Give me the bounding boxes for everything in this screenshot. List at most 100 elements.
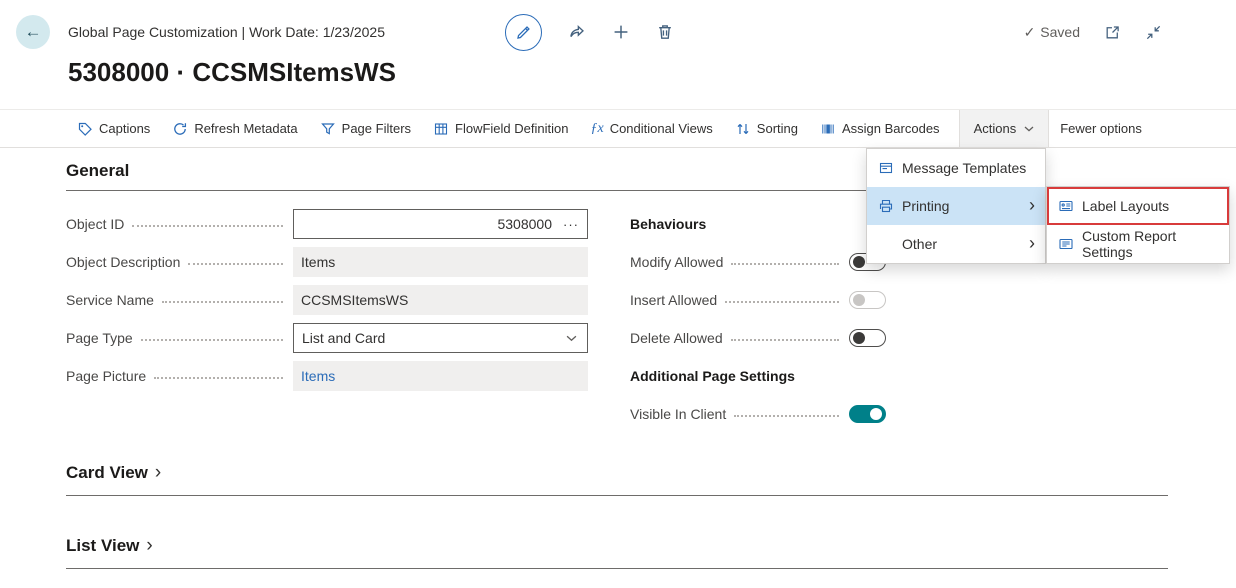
behaviours-heading: Behaviours (630, 209, 886, 239)
object-id-field[interactable]: ··· (293, 209, 588, 239)
edit-button[interactable] (505, 14, 542, 51)
header-right-controls: ✓ Saved (1024, 0, 1162, 64)
list-view-section-header[interactable]: List View › (66, 536, 1168, 569)
chevron-right-icon: › (155, 463, 161, 482)
submenu-chevron-icon: › (1029, 234, 1035, 252)
delete-record-button[interactable] (656, 23, 674, 41)
plus-icon (612, 23, 630, 41)
dotted-leader (731, 259, 839, 265)
insert-allowed-toggle[interactable] (849, 291, 886, 309)
object-id-label: Object ID (66, 216, 124, 232)
share-button[interactable] (568, 23, 586, 41)
assist-edit-button[interactable]: ··· (563, 217, 579, 232)
app-header: ← Global Page Customization | Work Date:… (0, 0, 1236, 64)
grid-icon (433, 121, 449, 137)
object-description-value: Items (301, 254, 335, 270)
report-card-icon (1057, 236, 1074, 252)
header-title: Global Page Customization | Work Date: 1… (68, 24, 385, 40)
list-view-title: List View (66, 536, 139, 556)
card-view-title: Card View (66, 463, 148, 483)
printing-submenu: Label Layouts Custom Report Settings (1046, 186, 1230, 264)
page-title: 5308000 · CCSMSItemsWS (68, 57, 396, 88)
assign-barcodes-label: Assign Barcodes (842, 121, 940, 136)
fewer-options-button[interactable]: Fewer options (1049, 110, 1153, 147)
fewer-options-label: Fewer options (1060, 121, 1142, 136)
function-icon: ƒx (590, 121, 603, 137)
card-view-section-header[interactable]: Card View › (66, 463, 1168, 496)
service-name-label: Service Name (66, 292, 154, 308)
page-picture-field: Items (293, 361, 588, 391)
message-template-icon (877, 160, 894, 176)
check-icon: ✓ (1024, 24, 1036, 41)
service-name-field-row: Service Name CCSMSItemsWS (66, 285, 588, 315)
menu-item-printing[interactable]: Printing › (867, 187, 1045, 225)
dotted-leader (188, 259, 283, 265)
dotted-leader (731, 335, 839, 341)
actions-label: Actions (974, 121, 1017, 136)
conditional-views-label: Conditional Views (610, 121, 713, 136)
submenu-chevron-icon: › (1029, 196, 1035, 214)
collapse-arrows-icon (1145, 24, 1162, 41)
filter-icon (320, 121, 336, 137)
flowfield-definition-label: FlowField Definition (455, 121, 568, 136)
additional-page-settings-heading: Additional Page Settings (630, 361, 886, 391)
actions-menu-button[interactable]: Actions (959, 110, 1050, 147)
insert-allowed-row: Insert Allowed (630, 285, 886, 315)
visible-in-client-toggle[interactable] (849, 405, 886, 423)
assign-barcodes-button[interactable]: Assign Barcodes (809, 110, 951, 147)
chevron-down-icon (566, 335, 577, 342)
visible-in-client-label: Visible In Client (630, 406, 726, 422)
object-id-field-row: Object ID ··· (66, 209, 588, 239)
share-icon (568, 23, 586, 41)
general-left-column: Object ID ··· Object Description Items S… (66, 209, 588, 437)
refresh-metadata-button[interactable]: Refresh Metadata (161, 110, 308, 147)
custom-report-settings-label: Custom Report Settings (1082, 228, 1219, 260)
conditional-views-button[interactable]: ƒx Conditional Views (579, 110, 723, 147)
insert-allowed-label: Insert Allowed (630, 292, 717, 308)
open-in-window-icon (1104, 24, 1121, 41)
page-type-dropdown[interactable]: List and Card (293, 323, 588, 353)
message-templates-label: Message Templates (902, 160, 1026, 176)
object-description-field-row: Object Description Items (66, 247, 588, 277)
printing-label: Printing (902, 198, 949, 214)
captions-icon (77, 121, 93, 137)
flowfield-definition-button[interactable]: FlowField Definition (422, 110, 579, 147)
actions-dropdown-menu: Message Templates Printing › Other › (866, 148, 1046, 264)
dotted-leader (162, 297, 283, 303)
captions-label: Captions (99, 121, 150, 136)
menu-item-other[interactable]: Other › (867, 225, 1045, 263)
page-filters-button[interactable]: Page Filters (309, 110, 422, 147)
barcode-icon (820, 121, 836, 137)
label-card-icon (1057, 198, 1074, 214)
header-action-icons (505, 0, 674, 64)
collapse-button[interactable] (1145, 24, 1162, 41)
chevron-down-icon (1024, 126, 1034, 132)
other-label: Other (902, 236, 937, 252)
open-in-window-button[interactable] (1104, 24, 1121, 41)
delete-allowed-toggle[interactable] (849, 329, 886, 347)
page-filters-label: Page Filters (342, 121, 411, 136)
save-status-label: Saved (1040, 24, 1080, 40)
delete-allowed-label: Delete Allowed (630, 330, 723, 346)
service-name-value: CCSMSItemsWS (301, 292, 408, 308)
refresh-icon (172, 121, 188, 137)
captions-button[interactable]: Captions (66, 110, 161, 147)
back-button[interactable]: ← (16, 15, 50, 49)
general-heading-label: General (66, 161, 129, 180)
pencil-icon (515, 24, 532, 41)
submenu-item-label-layouts[interactable]: Label Layouts (1047, 187, 1229, 225)
new-record-button[interactable] (612, 23, 630, 41)
page-type-field-row: Page Type List and Card (66, 323, 588, 353)
sorting-button[interactable]: Sorting (724, 110, 809, 147)
page-type-value: List and Card (302, 330, 385, 346)
dotted-leader (725, 297, 839, 303)
action-bar: Captions Refresh Metadata Page Filters F… (0, 109, 1236, 148)
object-description-field: Items (293, 247, 588, 277)
refresh-metadata-label: Refresh Metadata (194, 121, 297, 136)
page-picture-value-link[interactable]: Items (301, 368, 335, 384)
menu-item-message-templates[interactable]: Message Templates (867, 149, 1045, 187)
chevron-right-icon: › (146, 536, 152, 555)
submenu-item-custom-report-settings[interactable]: Custom Report Settings (1047, 225, 1229, 263)
object-id-input[interactable] (302, 215, 554, 233)
general-right-column: Behaviours Modify Allowed Insert Allowed… (630, 209, 886, 437)
